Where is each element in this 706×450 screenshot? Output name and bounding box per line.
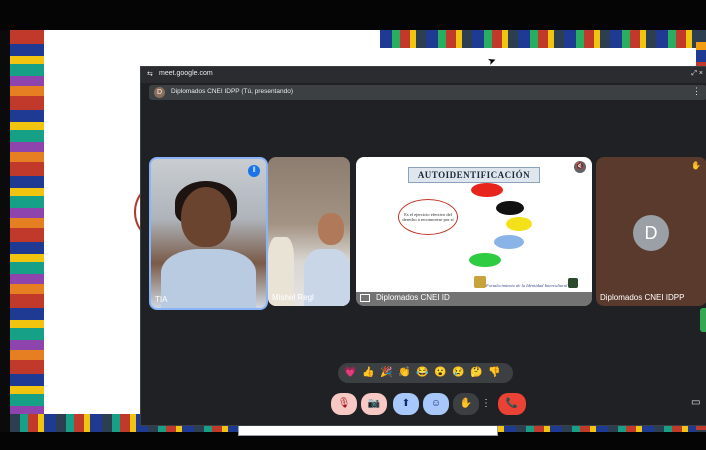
url-text: meet.google.com bbox=[159, 70, 213, 77]
participant-tile-tia[interactable]: ⦀ TIA bbox=[149, 157, 268, 310]
participant-tile-mishel[interactable]: Mishel Regl bbox=[268, 157, 350, 306]
slide-bubble bbox=[494, 235, 524, 249]
meet-window: ⇆ meet.google.com ⤢ × D Diplomados CNEI … bbox=[140, 66, 706, 426]
surprised-reaction-icon[interactable]: 😮 bbox=[434, 366, 446, 380]
mic-toggle-button[interactable]: 🎙 bbox=[331, 393, 357, 415]
raise-hand-button[interactable]: ✋ bbox=[453, 393, 479, 415]
site-settings-icon[interactable]: ⇆ bbox=[147, 70, 153, 78]
thumbs-down-reaction-icon[interactable]: 👎 bbox=[488, 366, 500, 380]
slide-definition-bubble: Es el ejercicio efectivo del derecho a r… bbox=[398, 199, 458, 235]
presenting-text: Diplomados CNEI IDPP (Tú, presentando) bbox=[171, 88, 293, 95]
window-controls[interactable]: ⤢ × bbox=[691, 70, 703, 78]
avatar: D bbox=[154, 87, 165, 98]
present-button[interactable]: ⬆ bbox=[393, 393, 419, 415]
camera-toggle-button[interactable]: 📷 bbox=[361, 393, 387, 415]
presenting-notice: D Diplomados CNEI IDPP (Tú, presentando)… bbox=[149, 85, 706, 100]
slide-corner-logo bbox=[568, 278, 578, 288]
browser-titlebar: ⇆ meet.google.com ⤢ × bbox=[141, 67, 706, 83]
presentation-tile[interactable]: AUTOIDENTIFICACIÓN Es el ejercicio efect… bbox=[356, 157, 592, 306]
presentation-icon bbox=[360, 294, 370, 302]
slide-bubble bbox=[496, 201, 524, 215]
participant-body bbox=[161, 249, 256, 308]
textile-border-left bbox=[10, 30, 44, 432]
thumbs-up-reaction-icon[interactable]: 👍 bbox=[362, 366, 374, 380]
more-options-button[interactable]: ⋮ bbox=[481, 393, 491, 415]
hand-raised-icon: ✋ bbox=[691, 161, 701, 170]
participant-name: Mishel Regl bbox=[272, 293, 314, 302]
emoji-button[interactable]: ☺ bbox=[423, 393, 449, 415]
participant-face bbox=[181, 187, 231, 247]
participant-tile-diplomados[interactable]: ✋ D Diplomados CNEI IDPP bbox=[596, 157, 706, 306]
slide-bubble bbox=[469, 253, 501, 267]
slide-bubble bbox=[506, 217, 532, 231]
thinking-reaction-icon[interactable]: 🤔 bbox=[470, 366, 482, 380]
side-panel-tab[interactable] bbox=[700, 308, 706, 332]
end-call-button[interactable]: 📞 bbox=[498, 393, 526, 415]
more-options-icon[interactable]: ⋮ bbox=[692, 86, 701, 97]
laugh-reaction-icon[interactable]: 😂 bbox=[416, 366, 428, 380]
reactions-bar: 💗 👍 🎉 👏 😂 😮 😢 🤔 👎 bbox=[338, 363, 513, 383]
participant-name: Diplomados CNEI IDPP bbox=[600, 293, 685, 302]
heart-reaction-icon[interactable]: 💗 bbox=[344, 366, 356, 380]
participant-name: Diplomados CNEI ID bbox=[376, 293, 450, 302]
muted-icon: 🔇 bbox=[574, 161, 586, 173]
speaking-indicator-icon: ⦀ bbox=[248, 165, 260, 177]
chat-icon[interactable]: ▭ bbox=[691, 397, 700, 408]
participant-face bbox=[318, 213, 344, 245]
textile-border-top bbox=[380, 30, 706, 48]
top-black-band bbox=[0, 0, 706, 30]
party-reaction-icon[interactable]: 🎉 bbox=[380, 366, 392, 380]
avatar: D bbox=[633, 215, 669, 251]
slide-bubble bbox=[471, 183, 503, 197]
clap-reaction-icon[interactable]: 👏 bbox=[398, 366, 410, 380]
slide-title: AUTOIDENTIFICACIÓN bbox=[408, 167, 540, 183]
slide-script-text: Fortalecimiento de la Identidad Intercul… bbox=[486, 283, 568, 288]
slide-logo bbox=[474, 276, 486, 288]
participant-name: TIA bbox=[155, 295, 168, 304]
sad-reaction-icon[interactable]: 😢 bbox=[452, 366, 464, 380]
